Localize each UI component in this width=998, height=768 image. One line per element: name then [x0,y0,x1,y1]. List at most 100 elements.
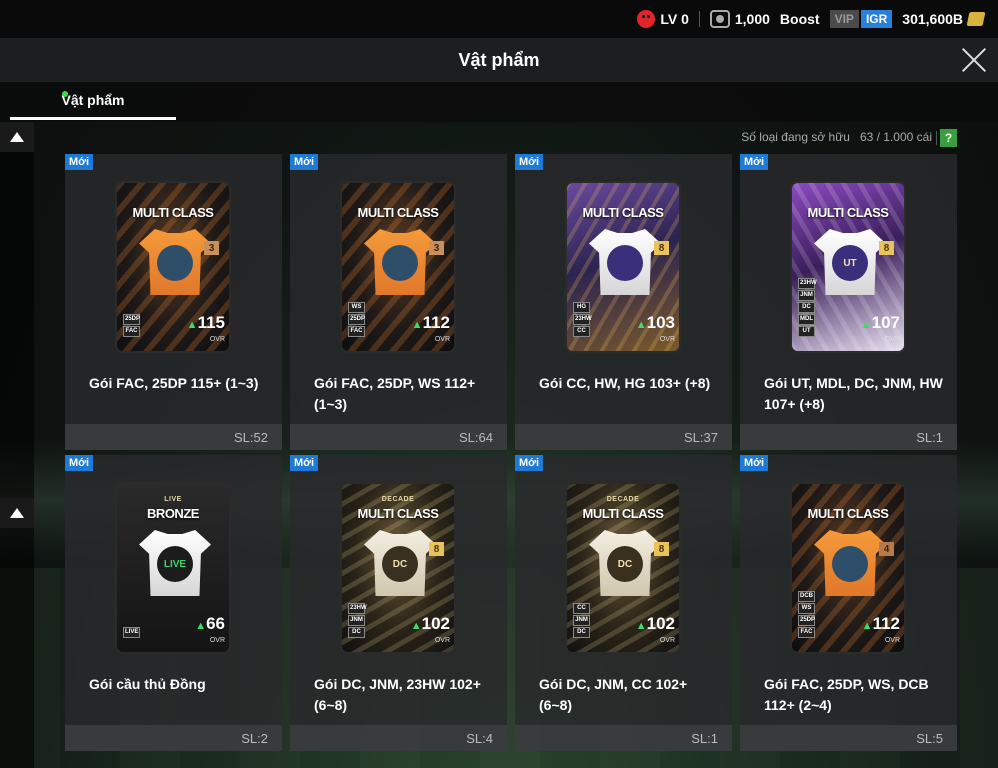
emblem-text: UT [843,257,857,269]
item-card[interactable]: Mới MULTI CLASS 8 HG 23HW CC ▲103 OVR Gói … [515,154,732,450]
arrow-up-icon [10,132,24,142]
item-quantity: SL:4 [466,731,493,746]
item-card[interactable]: Mới DECADE MULTI CLASS DC 8 23HW JNM DC ▲1… [290,455,507,751]
pack-ovr: ▲112 [862,614,900,634]
pack-image: DECADE MULTI CLASS DC 8 23HW JNM DC ▲102 O… [340,482,456,654]
arrow-up-icon: ▲ [410,620,422,632]
pack-tags: 25DP FAC [123,314,140,337]
status-bar: LV 0 1,000 Boost VIP IGR 301,600B [0,0,998,38]
club-emblem-icon [382,245,418,281]
pack-tag: CC [573,603,590,614]
pack-image: MULTI CLASS 3 25DP FAC ▲115 OVR [115,181,231,353]
item-card[interactable]: Mới MULTI CLASS 4 DCB WS 25DP FAC ▲112 OVR … [740,455,957,751]
pack-level: 8 [429,542,444,556]
pack-subtitle: DECADE [381,496,415,503]
item-name: Gói UT, MDL, DC, JNM, HW 107+ (+8) [764,375,943,412]
arrow-up-icon: ▲ [635,620,647,632]
pack-tags: 23HW JNM DC [348,603,367,638]
level-text: LV 0 [660,11,689,27]
item-card[interactable]: Mới MULTI CLASS 3 25DP FAC ▲115 OVR Gói F… [65,154,282,450]
pack-level: 3 [429,241,444,255]
pack-tag: JNM [573,615,590,626]
pack-tag: JNM [798,290,815,301]
boost-label[interactable]: Boost [780,11,820,27]
pack-title: MULTI CLASS [582,205,664,220]
arrow-up-icon: ▲ [195,620,207,632]
new-badge: Mới [65,154,94,170]
item-quantity: SL:5 [916,731,943,746]
coin-amount: 1,000 [734,11,770,27]
club-emblem-icon: DC [607,546,643,582]
pack-ovr: ▲115 [187,313,225,333]
pack-tag: FAC [123,326,140,337]
pack-tag: 23HW [798,278,817,289]
item-footer: SL:5 [740,725,957,751]
ovr-label: OVR [884,336,900,343]
scroll-up-button[interactable] [0,122,34,152]
item-name: Gói FAC, 25DP, WS, DCB 112+ (2~4) [764,676,929,713]
level-indicator: LV 0 [637,10,689,28]
pack-ovr: ▲112 [412,313,450,333]
ovr-value: 103 [646,313,675,332]
owned-value: 63 / 1.000 cái [859,130,932,144]
tab-items[interactable]: Vật phẩm [10,82,176,120]
item-quantity: SL:2 [241,731,268,746]
pack-tag: DC [798,302,815,313]
tab-bar: Vật phẩm [0,82,998,122]
close-icon[interactable] [958,44,990,76]
ovr-value: 102 [421,614,450,633]
item-name: Gói DC, JNM, 23HW 102+ (6~8) [314,676,481,713]
vip-badge[interactable]: VIP [829,10,859,28]
ovr-label: OVR [659,637,675,644]
item-quantity: SL:1 [916,430,943,445]
item-footer: SL:2 [65,725,282,751]
item-footer: SL:4 [290,725,507,751]
ovr-label: OVR [659,336,675,343]
ovr-label: OVR [434,336,450,343]
ovr-label: OVR [209,336,225,343]
ovr-value: 115 [197,313,225,332]
scroll-up-button-2[interactable] [0,498,34,528]
igr-badge[interactable]: IGR [860,10,893,28]
title-bar: Vật phẩm [0,38,998,82]
club-emblem-icon: DC [382,546,418,582]
item-card[interactable]: Mới LIVE BRONZE LIVE LIVE ▲66 OVR Gói cầ… [65,455,282,751]
pack-tag: 25DP [348,314,365,325]
pack-subtitle: DECADE [606,496,640,503]
new-badge: Mới [65,455,94,471]
pack-tag: WS [798,603,815,614]
club-emblem-icon: UT [832,245,868,281]
pack-title: MULTI CLASS [357,205,439,220]
ovr-value: 112 [422,313,450,332]
owned-label: Số loại đang sở hữu [741,130,850,144]
pack-tag: 25DP [123,314,140,325]
ovr-value: 107 [871,313,900,332]
divider [698,11,700,27]
sad-face-icon [637,10,656,28]
pack-ovr: ▲107 [861,313,900,333]
item-card[interactable]: Mới MULTI CLASS UT 8 23HW JNM DC MDL UT ▲107… [740,154,957,450]
new-badge: Mới [740,455,769,471]
coin-icon [709,10,730,28]
pack-tag: JNM [348,615,365,626]
pack-title: BRONZE [147,506,199,521]
coin-balance: 1,000 [709,10,770,28]
item-card[interactable]: Mới DECADE MULTI CLASS DC 8 CC JNM DC ▲102… [515,455,732,751]
pack-title: MULTI CLASS [357,506,439,521]
club-emblem-icon: LIVE [157,546,193,582]
ovr-value: 112 [872,614,900,633]
pack-tag: LIVE [123,627,140,638]
item-grid: Mới MULTI CLASS 3 25DP FAC ▲115 OVR Gói F… [65,154,957,751]
arrow-up-icon: ▲ [861,620,873,632]
item-card[interactable]: Mới MULTI CLASS 3 WS 25DP FAC ▲112 OVR Gói… [290,154,507,450]
arrow-up-icon: ▲ [186,319,198,331]
pack-tags: 23HW JNM DC MDL UT [798,278,817,337]
help-button[interactable]: ? [940,129,957,147]
emblem-text: DC [617,558,633,570]
pack-tag: 23HW [573,314,592,325]
ovr-value: 102 [646,614,675,633]
pack-ovr: ▲103 [636,313,675,333]
arrow-up-icon: ▲ [635,319,647,331]
ovr-label: OVR [884,637,900,644]
pack-image: DECADE MULTI CLASS DC 8 CC JNM DC ▲102 OVR [565,482,681,654]
